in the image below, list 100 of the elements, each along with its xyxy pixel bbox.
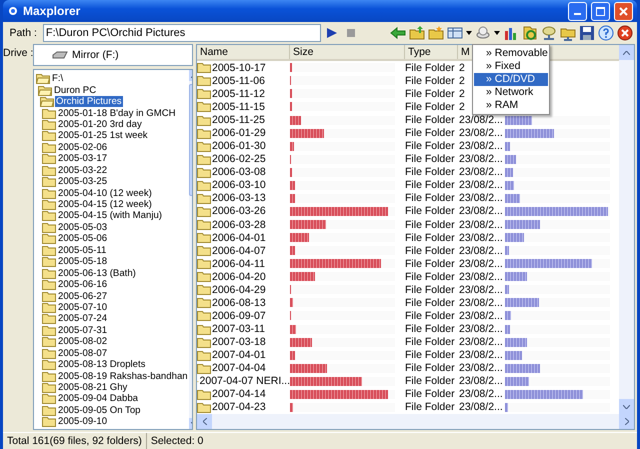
back-arrow-icon[interactable] [390, 25, 406, 41]
scrollbar[interactable] [197, 414, 634, 429]
folder-icon [42, 210, 56, 222]
tree-item[interactable]: 2005-09-04 Dabba [36, 393, 189, 405]
file-name[interactable]: 2006-02-25 [212, 153, 266, 166]
column-header[interactable]: Size [293, 46, 314, 58]
chart-icon[interactable] [503, 25, 519, 41]
file-name[interactable]: 2006-03-08 [212, 166, 266, 178]
file-name[interactable]: 2007-03-18 [212, 336, 266, 348]
tree-item[interactable]: 2005-04-10 (12 week) [36, 187, 189, 199]
file-name[interactable]: 2006-03-28 [212, 218, 266, 231]
tree-item[interactable]: 2005-06-27 [36, 290, 189, 302]
modified-date: 23/08/2... [458, 244, 503, 257]
tree-item[interactable]: 2005-05-06 [36, 233, 189, 245]
folder-icon [197, 310, 211, 322]
save-icon[interactable] [579, 25, 595, 41]
scroll-left-icon[interactable] [197, 414, 212, 429]
tree-item[interactable]: 2005-01-20 3rd day [36, 118, 189, 130]
menu-item[interactable]: » Network [474, 86, 548, 99]
folder-icon [42, 188, 56, 199]
menu-item[interactable]: » Removable [474, 47, 548, 60]
file-name[interactable]: 2007-04-01 [212, 349, 266, 362]
tree-item[interactable]: 2005-05-03 [36, 222, 189, 234]
open-folder-icon [40, 96, 54, 108]
file-name[interactable]: 2005-11-06 [212, 74, 265, 87]
tree-item[interactable]: 2005-07-24 [36, 313, 189, 325]
file-name[interactable]: 2006-01-30 [212, 140, 266, 152]
folder-icon [42, 268, 56, 279]
tree-item[interactable]: 2005-05-18 [36, 256, 189, 268]
tree-item[interactable]: 2005-01-18 B'day in GMCH [36, 107, 189, 119]
tree-item[interactable]: 2005-02-06 [36, 142, 189, 154]
file-name[interactable]: 2006-01-29 [212, 127, 266, 140]
tree-item[interactable]: 2005-08-07 [36, 348, 189, 359]
file-name[interactable]: 2006-08-13 [212, 296, 266, 309]
folder-icon [197, 219, 211, 230]
file-name[interactable]: 2007-04-07 NERI... [200, 375, 290, 388]
folder-icon [42, 404, 56, 416]
tree-item[interactable]: 2005-03-22 [36, 164, 189, 176]
tree-item[interactable]: 2005-06-16 [36, 278, 189, 290]
file-name[interactable]: 2005-11-12 [212, 88, 265, 100]
tree-item[interactable]: 2005-07-10 [36, 302, 189, 314]
view-icon[interactable] [447, 25, 463, 41]
file-name[interactable]: 2006-04-29 [212, 284, 266, 296]
tree-item[interactable]: F:\ [36, 73, 189, 84]
modified-date: 2 [458, 74, 465, 87]
file-name[interactable]: 2006-03-26 [212, 205, 266, 218]
tree-item[interactable]: 2005-03-17 [36, 153, 189, 164]
column-header[interactable]: Type [408, 46, 431, 58]
file-name[interactable]: 2006-04-20 [212, 270, 266, 283]
folder-icon [197, 88, 211, 100]
file-name[interactable]: 2005-11-15 [212, 100, 265, 113]
tree-item[interactable]: 2005-09-05 On Top [36, 404, 189, 416]
file-name[interactable]: 2007-04-14 [212, 388, 266, 400]
tree-item[interactable]: 2005-08-19 Rakshas-bandhan [36, 370, 189, 382]
maximize-button[interactable] [591, 2, 610, 20]
modified-date: 23/08/2... [458, 270, 503, 283]
exit-icon[interactable] [617, 25, 633, 41]
tree-item[interactable]: 2005-05-11 [36, 244, 189, 256]
close-button[interactable] [614, 2, 633, 20]
tree-item[interactable]: Duron PC [36, 84, 189, 96]
tree-item[interactable]: 2005-08-02 [36, 336, 189, 348]
column-header[interactable]: M [461, 46, 470, 58]
tree-item[interactable]: 2005-06-13 (Bath) [36, 267, 189, 279]
folder-up-icon[interactable] [409, 25, 425, 41]
folder-icon [197, 297, 211, 308]
tree-item[interactable]: 2005-09-10 [36, 416, 189, 428]
column-header[interactable]: Name [200, 46, 228, 58]
path-field[interactable]: F:\Duron PC\Orchid Pictures [42, 24, 322, 42]
tree-item[interactable]: 2005-01-25 1st week [36, 130, 189, 142]
menu-item[interactable]: » CD/DVD [474, 73, 548, 86]
tree-item[interactable]: 2005-04-15 (12 week) [36, 198, 189, 210]
file-name[interactable]: 2006-03-13 [212, 192, 266, 204]
file-name[interactable]: 2007-04-04 [212, 362, 266, 374]
menu-item[interactable]: » Fixed [474, 60, 548, 73]
file-name[interactable]: 2007-03-11 [212, 323, 265, 336]
folder-icon [42, 313, 56, 324]
file-name[interactable]: 2005-10-17 [212, 62, 266, 74]
tree-item[interactable]: 2005-04-15 (with Manju) [36, 210, 189, 222]
tree-item[interactable]: 2005-03-25 [36, 176, 189, 188]
tree-item[interactable]: 2005-08-13 Droplets [36, 358, 189, 370]
scrollbar[interactable] [619, 45, 634, 414]
tree-item[interactable]: 2005-08-21 Ghy [36, 382, 189, 394]
file-name[interactable]: 2006-04-01 [212, 232, 266, 244]
scroll-down-icon[interactable] [619, 399, 634, 414]
file-name[interactable]: 2005-11-25 [212, 114, 265, 126]
file-name[interactable]: 2006-09-07 [212, 310, 266, 322]
folder-icon [197, 271, 211, 282]
scroll-right-icon[interactable] [619, 414, 634, 429]
tree-item[interactable]: 2005-07-31 [36, 324, 189, 336]
new-folder-icon[interactable] [428, 25, 444, 41]
scroll-up-icon[interactable] [619, 45, 634, 60]
file-name[interactable]: 2006-04-07 [212, 244, 266, 257]
file-name[interactable]: 2006-04-11 [212, 258, 265, 270]
drive-dropdown[interactable]: Mirror (F:) [33, 44, 193, 66]
minimize-button[interactable] [568, 2, 587, 20]
file-name[interactable]: 2007-04-23 [212, 401, 266, 414]
file-name[interactable]: 2006-03-10 [212, 179, 266, 192]
tree-item[interactable]: Orchid Pictures [36, 96, 189, 108]
help-icon[interactable] [598, 25, 614, 41]
menu-item[interactable]: » RAM [474, 99, 548, 112]
